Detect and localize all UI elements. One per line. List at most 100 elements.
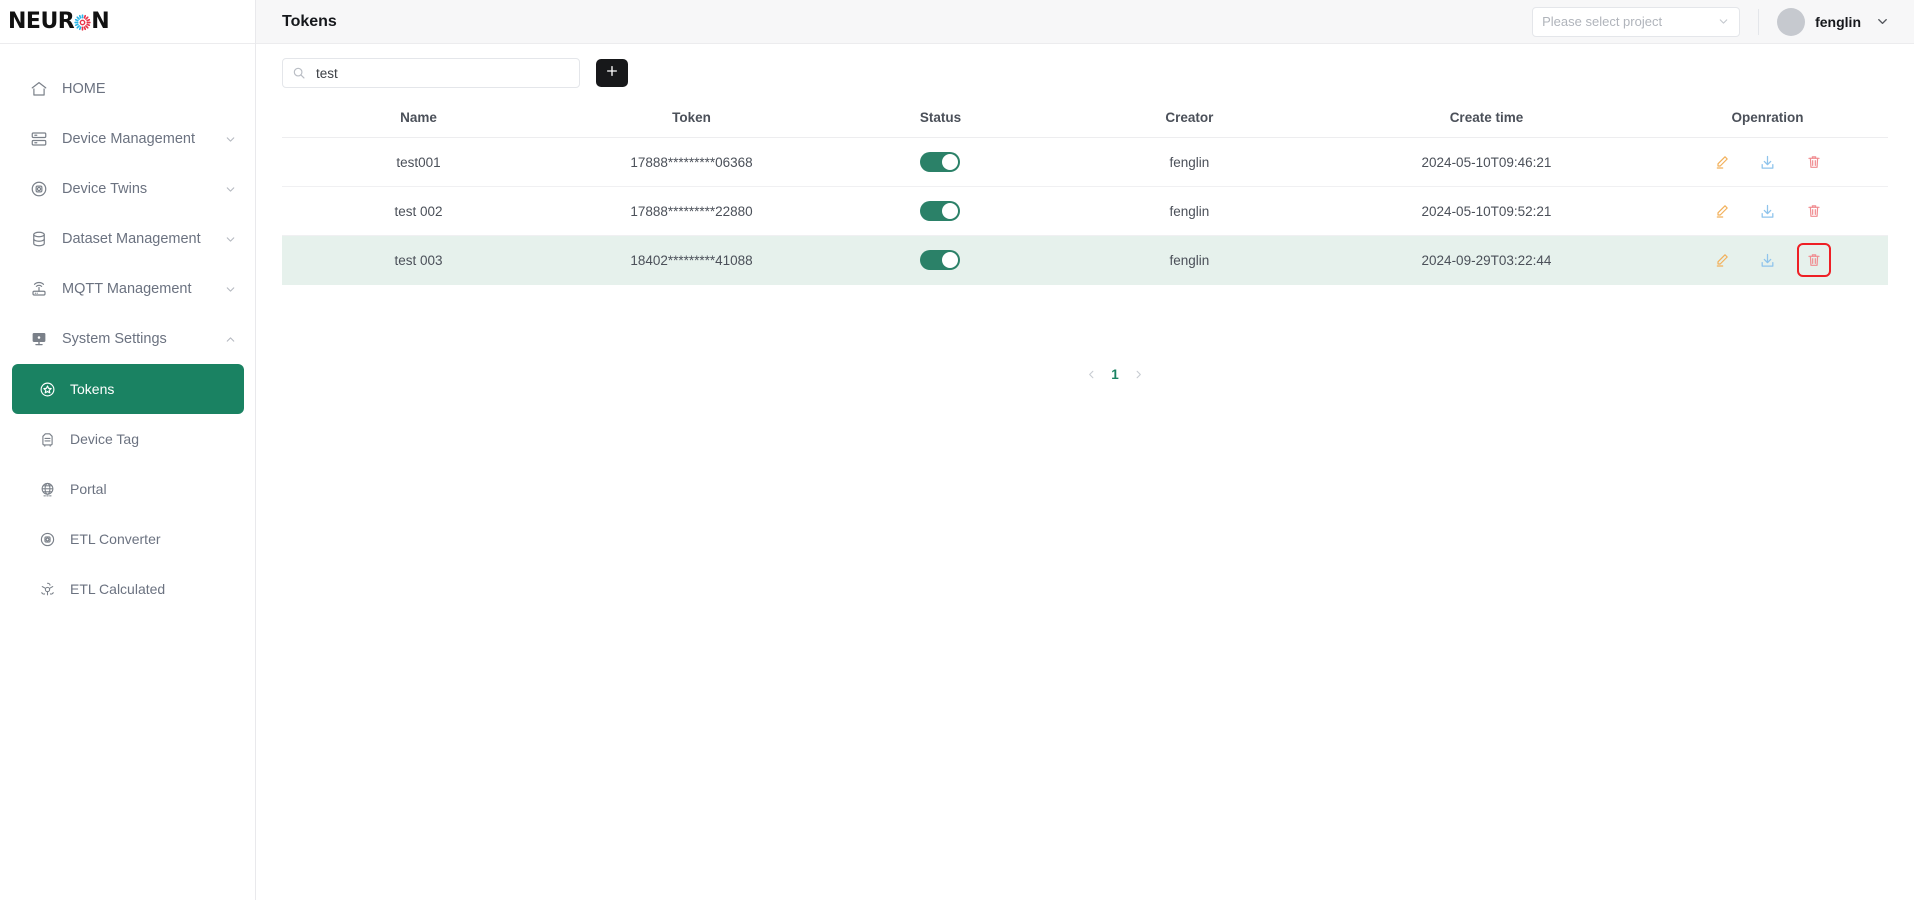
chevron-down-icon[interactable] bbox=[224, 283, 237, 296]
sidebar-item-label: Device Management bbox=[62, 131, 195, 147]
download-icon[interactable] bbox=[1756, 150, 1780, 174]
sidebar-item-system-settings[interactable]: System Settings bbox=[0, 314, 255, 364]
database-icon bbox=[28, 228, 50, 250]
download-icon[interactable] bbox=[1756, 199, 1780, 223]
cell-create-time: 2024-05-10T09:46:21 bbox=[1325, 137, 1648, 187]
status-toggle[interactable] bbox=[920, 151, 961, 172]
edit-icon[interactable] bbox=[1710, 248, 1734, 272]
sidebar-item-label: Device Tag bbox=[70, 431, 140, 447]
sidebar-item-etl-converter[interactable]: ETL Converter bbox=[0, 514, 255, 564]
brand-logo[interactable]: NEUR N bbox=[0, 0, 255, 44]
brand-name-suffix: N bbox=[91, 8, 110, 34]
sidebar-item-dataset-management[interactable]: Dataset Management bbox=[0, 214, 255, 264]
edit-icon[interactable] bbox=[1710, 199, 1734, 223]
add-token-button[interactable] bbox=[596, 59, 628, 87]
cell-token: 17888*********06368 bbox=[555, 137, 829, 187]
pagination-prev-button[interactable] bbox=[1086, 369, 1097, 380]
sidebar-item-device-twins[interactable]: Device Twins bbox=[0, 164, 255, 214]
home-icon bbox=[28, 78, 50, 100]
table-toolbar bbox=[256, 44, 1914, 100]
cell-creator: fenglin bbox=[1052, 186, 1326, 236]
chevron-down-icon[interactable] bbox=[224, 133, 237, 146]
chevron-down-icon bbox=[1875, 14, 1890, 29]
status-toggle[interactable] bbox=[920, 200, 961, 221]
search-input[interactable] bbox=[314, 64, 570, 82]
toggle-knob bbox=[942, 251, 959, 268]
twins-icon bbox=[28, 178, 50, 200]
cell-status bbox=[828, 235, 1053, 285]
cell-status bbox=[828, 186, 1053, 236]
sidebar-item-portal[interactable]: Portal bbox=[0, 464, 255, 514]
pagination-next-button[interactable] bbox=[1133, 369, 1144, 380]
sidebar-item-tokens[interactable]: Tokens bbox=[12, 364, 244, 414]
sidebar-item-label: MQTT Management bbox=[62, 281, 192, 297]
brand-name-prefix: NEUR bbox=[8, 8, 75, 34]
table-header-row: Name Token Status Creator Create time Op… bbox=[282, 100, 1888, 138]
column-header-createtime: Create time bbox=[1325, 100, 1648, 138]
sidebar-item-label: Tokens bbox=[70, 381, 115, 397]
sidebar-item-device-tag[interactable]: Device Tag bbox=[0, 414, 255, 464]
sidebar-nav: HOME Device Management Device Twins Data… bbox=[0, 44, 255, 614]
pagination-page-1[interactable]: 1 bbox=[1111, 367, 1119, 382]
top-bar-right: Please select project fenglin bbox=[1532, 6, 1890, 37]
sidebar-item-label: Dataset Management bbox=[62, 231, 201, 247]
pagination: 1 bbox=[1072, 355, 1158, 393]
cell-name: test001 bbox=[282, 137, 556, 187]
token-star-icon bbox=[36, 378, 58, 400]
avatar bbox=[1777, 7, 1806, 36]
chevron-down-icon[interactable] bbox=[224, 233, 237, 246]
cell-creator: fenglin bbox=[1052, 137, 1326, 187]
converter-icon bbox=[36, 528, 58, 550]
burst-icon bbox=[74, 14, 91, 31]
column-header-token: Token bbox=[555, 100, 829, 138]
toggle-knob bbox=[942, 202, 959, 219]
monitor-icon bbox=[28, 328, 50, 350]
cell-token: 17888*********22880 bbox=[555, 186, 829, 236]
chevron-down-icon[interactable] bbox=[224, 183, 237, 196]
project-select[interactable]: Please select project bbox=[1532, 6, 1741, 37]
user-menu[interactable]: fenglin bbox=[1777, 7, 1890, 36]
table-row[interactable]: test001 17888*********06368 fenglin 2024… bbox=[282, 137, 1888, 187]
tokens-table: Name Token Status Creator Create time Op… bbox=[282, 100, 1888, 285]
delete-icon[interactable] bbox=[1802, 199, 1826, 223]
sidebar-item-label: HOME bbox=[62, 81, 106, 97]
globe-icon bbox=[36, 478, 58, 500]
column-header-status: Status bbox=[828, 100, 1053, 138]
sidebar-item-device-management[interactable]: Device Management bbox=[0, 114, 255, 164]
page-title: Tokens bbox=[282, 12, 337, 30]
toggle-knob bbox=[942, 153, 959, 170]
delete-icon[interactable] bbox=[1802, 150, 1826, 174]
search-icon bbox=[292, 66, 306, 80]
tag-icon bbox=[36, 428, 58, 450]
server-icon bbox=[28, 128, 50, 150]
search-box[interactable] bbox=[282, 58, 580, 88]
table-head: Name Token Status Creator Create time Op… bbox=[282, 100, 1888, 138]
chevron-up-icon[interactable] bbox=[224, 333, 237, 346]
delete-icon[interactable] bbox=[1796, 243, 1831, 277]
tokens-table-wrapper: Name Token Status Creator Create time Op… bbox=[282, 100, 1888, 393]
table-body: test001 17888*********06368 fenglin 2024… bbox=[282, 137, 1888, 285]
cell-create-time: 2024-05-10T09:52:21 bbox=[1325, 186, 1648, 236]
brand-logo-text: NEUR N bbox=[8, 8, 110, 34]
sidebar-item-label: Device Twins bbox=[62, 181, 148, 197]
sidebar-item-label: ETL Calculated bbox=[70, 581, 166, 597]
download-icon[interactable] bbox=[1756, 248, 1780, 272]
edit-icon[interactable] bbox=[1710, 150, 1734, 174]
status-toggle[interactable] bbox=[920, 249, 961, 270]
cell-operations bbox=[1647, 186, 1888, 236]
sidebar-item-etl-calculated[interactable]: ETL Calculated bbox=[0, 564, 255, 614]
column-header-operation: Openration bbox=[1647, 100, 1888, 138]
column-header-creator: Creator bbox=[1052, 100, 1326, 138]
top-bar: Tokens Please select project fenglin bbox=[256, 0, 1914, 44]
table-row[interactable]: test 003 18402*********41088 fenglin 202… bbox=[282, 235, 1888, 285]
user-name: fenglin bbox=[1815, 13, 1861, 30]
sidebar-item-label: ETL Converter bbox=[70, 531, 161, 547]
app-root: NEUR N HOME Device Management Device Twi… bbox=[0, 0, 1914, 900]
cell-name: test 002 bbox=[282, 186, 556, 236]
sidebar-item-mqtt-management[interactable]: MQTT Management bbox=[0, 264, 255, 314]
sidebar-item-home[interactable]: HOME bbox=[0, 64, 255, 114]
table-row[interactable]: test 002 17888*********22880 fenglin 202… bbox=[282, 186, 1888, 236]
router-icon bbox=[28, 278, 50, 300]
cell-operations bbox=[1647, 137, 1888, 187]
plus-icon bbox=[604, 63, 620, 84]
